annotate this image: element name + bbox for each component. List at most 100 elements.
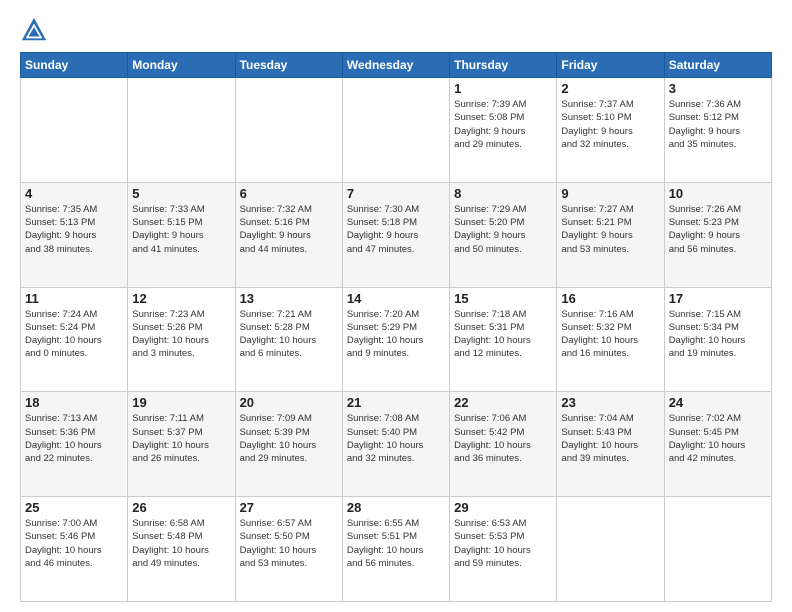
day-info: Sunrise: 6:53 AM Sunset: 5:53 PM Dayligh… [454, 517, 552, 570]
day-info: Sunrise: 7:18 AM Sunset: 5:31 PM Dayligh… [454, 308, 552, 361]
calendar-cell: 25 Sunrise: 7:00 AM Sunset: 5:46 PM Dayli… [21, 497, 128, 602]
day-number: 27 [240, 500, 338, 515]
day-info: Sunrise: 7:33 AM Sunset: 5:15 PM Dayligh… [132, 203, 230, 256]
day-info: Sunrise: 7:08 AM Sunset: 5:40 PM Dayligh… [347, 412, 445, 465]
calendar-cell: 18 Sunrise: 7:13 AM Sunset: 5:36 PM Dayli… [21, 392, 128, 497]
calendar-cell: 7 Sunrise: 7:30 AM Sunset: 5:18 PM Daylig… [342, 182, 449, 287]
calendar-cell: 16 Sunrise: 7:16 AM Sunset: 5:32 PM Dayli… [557, 287, 664, 392]
day-number: 28 [347, 500, 445, 515]
calendar-cell [342, 78, 449, 183]
week-row-3: 11 Sunrise: 7:24 AM Sunset: 5:24 PM Dayli… [21, 287, 772, 392]
day-info: Sunrise: 7:15 AM Sunset: 5:34 PM Dayligh… [669, 308, 767, 361]
calendar-cell: 6 Sunrise: 7:32 AM Sunset: 5:16 PM Daylig… [235, 182, 342, 287]
weekday-header-sunday: Sunday [21, 53, 128, 78]
calendar-cell: 21 Sunrise: 7:08 AM Sunset: 5:40 PM Dayli… [342, 392, 449, 497]
day-number: 20 [240, 395, 338, 410]
day-number: 9 [561, 186, 659, 201]
day-info: Sunrise: 6:55 AM Sunset: 5:51 PM Dayligh… [347, 517, 445, 570]
day-number: 11 [25, 291, 123, 306]
day-number: 3 [669, 81, 767, 96]
header-row: SundayMondayTuesdayWednesdayThursdayFrid… [21, 53, 772, 78]
calendar-cell: 24 Sunrise: 7:02 AM Sunset: 5:45 PM Dayli… [664, 392, 771, 497]
day-info: Sunrise: 7:26 AM Sunset: 5:23 PM Dayligh… [669, 203, 767, 256]
day-number: 8 [454, 186, 552, 201]
calendar-cell: 27 Sunrise: 6:57 AM Sunset: 5:50 PM Dayli… [235, 497, 342, 602]
header [20, 16, 772, 44]
calendar-cell: 22 Sunrise: 7:06 AM Sunset: 5:42 PM Dayli… [450, 392, 557, 497]
day-number: 26 [132, 500, 230, 515]
day-number: 17 [669, 291, 767, 306]
weekday-header-friday: Friday [557, 53, 664, 78]
logo-icon [20, 16, 48, 44]
calendar-cell: 29Sunrise: 6:53 AM Sunset: 5:53 PM Dayli… [450, 497, 557, 602]
day-number: 22 [454, 395, 552, 410]
day-info: Sunrise: 6:57 AM Sunset: 5:50 PM Dayligh… [240, 517, 338, 570]
day-number: 15 [454, 291, 552, 306]
week-row-5: 25 Sunrise: 7:00 AM Sunset: 5:46 PM Dayli… [21, 497, 772, 602]
week-row-4: 18 Sunrise: 7:13 AM Sunset: 5:36 PM Dayli… [21, 392, 772, 497]
calendar-cell [235, 78, 342, 183]
day-info: Sunrise: 7:13 AM Sunset: 5:36 PM Dayligh… [25, 412, 123, 465]
day-info: Sunrise: 7:24 AM Sunset: 5:24 PM Dayligh… [25, 308, 123, 361]
calendar-cell [128, 78, 235, 183]
day-info: Sunrise: 6:58 AM Sunset: 5:48 PM Dayligh… [132, 517, 230, 570]
day-info: Sunrise: 7:29 AM Sunset: 5:20 PM Dayligh… [454, 203, 552, 256]
calendar-cell: 3Sunrise: 7:36 AM Sunset: 5:12 PM Daylig… [664, 78, 771, 183]
day-info: Sunrise: 7:32 AM Sunset: 5:16 PM Dayligh… [240, 203, 338, 256]
calendar-cell: 12Sunrise: 7:23 AM Sunset: 5:26 PM Dayli… [128, 287, 235, 392]
weekday-header-tuesday: Tuesday [235, 53, 342, 78]
day-number: 13 [240, 291, 338, 306]
day-info: Sunrise: 7:09 AM Sunset: 5:39 PM Dayligh… [240, 412, 338, 465]
calendar-cell: 11 Sunrise: 7:24 AM Sunset: 5:24 PM Dayli… [21, 287, 128, 392]
day-number: 1 [454, 81, 552, 96]
day-number: 21 [347, 395, 445, 410]
calendar-cell: 13 Sunrise: 7:21 AM Sunset: 5:28 PM Dayli… [235, 287, 342, 392]
weekday-header-wednesday: Wednesday [342, 53, 449, 78]
calendar-cell: 9 Sunrise: 7:27 AM Sunset: 5:21 PM Daylig… [557, 182, 664, 287]
calendar-cell: 26 Sunrise: 6:58 AM Sunset: 5:48 PM Dayli… [128, 497, 235, 602]
day-info: Sunrise: 7:16 AM Sunset: 5:32 PM Dayligh… [561, 308, 659, 361]
calendar-cell: 8 Sunrise: 7:29 AM Sunset: 5:20 PM Daylig… [450, 182, 557, 287]
day-number: 16 [561, 291, 659, 306]
day-info: Sunrise: 7:27 AM Sunset: 5:21 PM Dayligh… [561, 203, 659, 256]
day-number: 25 [25, 500, 123, 515]
day-number: 12 [132, 291, 230, 306]
weekday-header-saturday: Saturday [664, 53, 771, 78]
calendar-cell: 17 Sunrise: 7:15 AM Sunset: 5:34 PM Dayli… [664, 287, 771, 392]
calendar-table: SundayMondayTuesdayWednesdayThursdayFrid… [20, 52, 772, 602]
day-number: 4 [25, 186, 123, 201]
calendar-cell: 10 Sunrise: 7:26 AM Sunset: 5:23 PM Dayli… [664, 182, 771, 287]
day-info: Sunrise: 7:06 AM Sunset: 5:42 PM Dayligh… [454, 412, 552, 465]
day-info: Sunrise: 7:30 AM Sunset: 5:18 PM Dayligh… [347, 203, 445, 256]
weekday-header-monday: Monday [128, 53, 235, 78]
day-number: 23 [561, 395, 659, 410]
calendar-cell: 20 Sunrise: 7:09 AM Sunset: 5:39 PM Dayli… [235, 392, 342, 497]
day-number: 5 [132, 186, 230, 201]
calendar-cell: 1 Sunrise: 7:39 AM Sunset: 5:08 PM Daylig… [450, 78, 557, 183]
calendar-cell: 23 Sunrise: 7:04 AM Sunset: 5:43 PM Dayli… [557, 392, 664, 497]
day-info: Sunrise: 7:20 AM Sunset: 5:29 PM Dayligh… [347, 308, 445, 361]
calendar-cell [557, 497, 664, 602]
calendar-cell: 5 Sunrise: 7:33 AM Sunset: 5:15 PM Daylig… [128, 182, 235, 287]
weekday-header-thursday: Thursday [450, 53, 557, 78]
week-row-2: 4 Sunrise: 7:35 AM Sunset: 5:13 PM Daylig… [21, 182, 772, 287]
day-number: 18 [25, 395, 123, 410]
calendar-cell: 14Sunrise: 7:20 AM Sunset: 5:29 PM Dayli… [342, 287, 449, 392]
week-row-1: 1 Sunrise: 7:39 AM Sunset: 5:08 PM Daylig… [21, 78, 772, 183]
day-info: Sunrise: 7:02 AM Sunset: 5:45 PM Dayligh… [669, 412, 767, 465]
day-number: 6 [240, 186, 338, 201]
day-number: 7 [347, 186, 445, 201]
day-number: 24 [669, 395, 767, 410]
day-info: Sunrise: 7:39 AM Sunset: 5:08 PM Dayligh… [454, 98, 552, 151]
day-info: Sunrise: 7:35 AM Sunset: 5:13 PM Dayligh… [25, 203, 123, 256]
calendar-cell: 4 Sunrise: 7:35 AM Sunset: 5:13 PM Daylig… [21, 182, 128, 287]
day-info: Sunrise: 7:37 AM Sunset: 5:10 PM Dayligh… [561, 98, 659, 151]
day-info: Sunrise: 7:00 AM Sunset: 5:46 PM Dayligh… [25, 517, 123, 570]
day-number: 10 [669, 186, 767, 201]
day-info: Sunrise: 7:11 AM Sunset: 5:37 PM Dayligh… [132, 412, 230, 465]
calendar-cell [664, 497, 771, 602]
day-info: Sunrise: 7:04 AM Sunset: 5:43 PM Dayligh… [561, 412, 659, 465]
calendar-cell: 15 Sunrise: 7:18 AM Sunset: 5:31 PM Dayli… [450, 287, 557, 392]
day-number: 2 [561, 81, 659, 96]
day-info: Sunrise: 7:21 AM Sunset: 5:28 PM Dayligh… [240, 308, 338, 361]
